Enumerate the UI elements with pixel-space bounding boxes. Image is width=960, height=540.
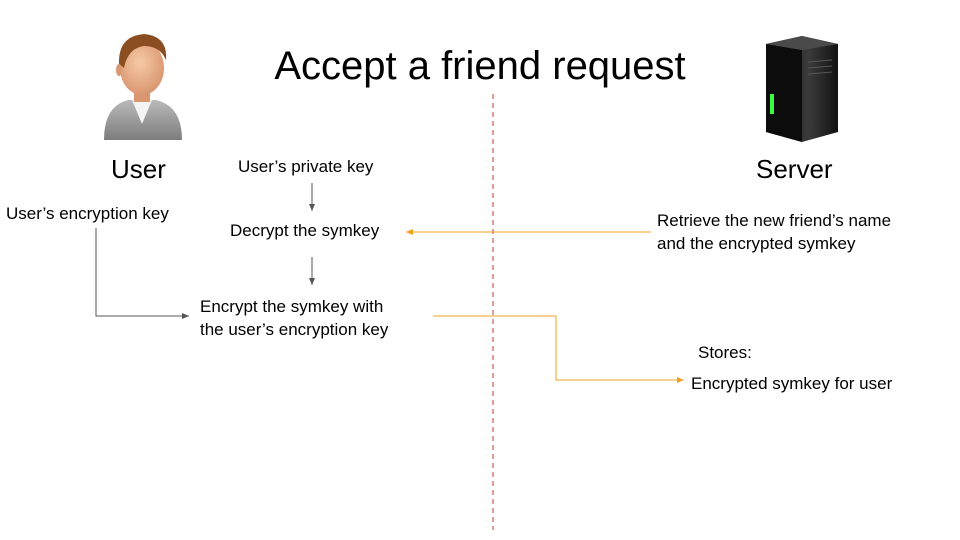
encryption-key-to-encrypt-arrow: [95, 228, 189, 319]
encrypt-to-server-store-arrow: [433, 315, 684, 383]
flow-connectors: [95, 94, 684, 530]
